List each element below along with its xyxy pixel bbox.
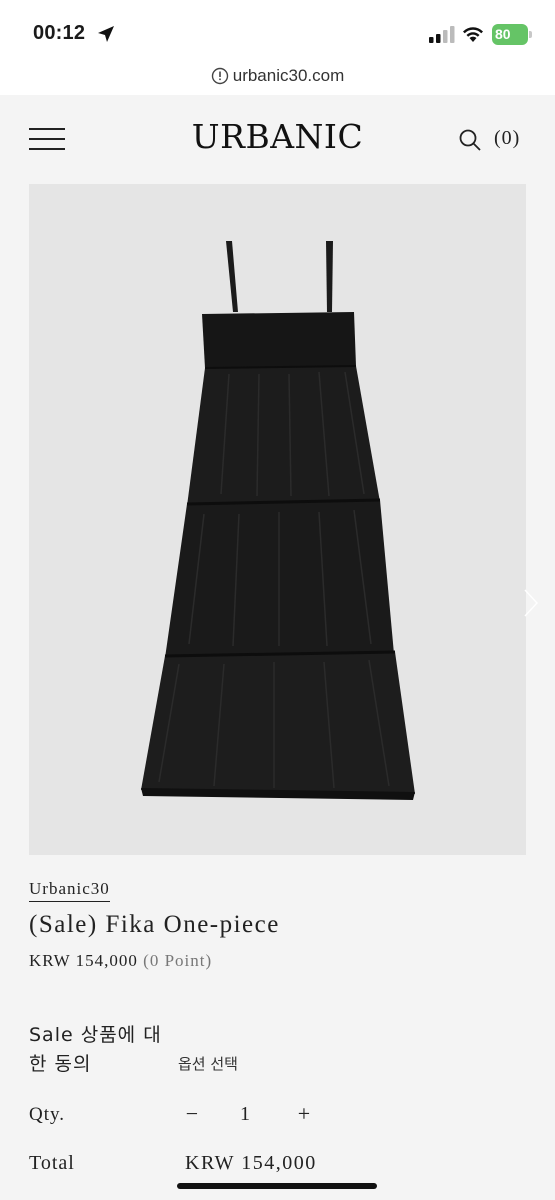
url-text[interactable]: urbanic30.com bbox=[233, 66, 345, 86]
option-select[interactable]: 옵션 선택 bbox=[178, 1053, 238, 1074]
url-bar[interactable]: urbanic30.com bbox=[0, 62, 555, 94]
status-bar: 00:12 80 bbox=[0, 0, 555, 62]
qty-value[interactable]: 1 bbox=[240, 1103, 250, 1126]
battery-nub bbox=[529, 31, 532, 38]
site-header: URBANIC (0) bbox=[0, 95, 555, 183]
product-points: (0 Point) bbox=[143, 951, 213, 970]
qty-increase-button[interactable]: + bbox=[295, 1101, 313, 1127]
product-title: (Sale) Fika One-piece bbox=[29, 911, 280, 938]
brand-link[interactable]: Urbanic30 bbox=[29, 879, 110, 902]
cart-count[interactable]: (0) bbox=[494, 127, 520, 150]
search-icon[interactable] bbox=[458, 128, 482, 152]
total-value: KRW 154,000 bbox=[185, 1152, 317, 1174]
product-image[interactable] bbox=[29, 184, 539, 855]
chevron-right-icon[interactable] bbox=[523, 588, 539, 618]
info-icon[interactable] bbox=[211, 67, 229, 85]
qty-decrease-button[interactable]: − bbox=[183, 1101, 201, 1127]
signal-icon bbox=[429, 26, 455, 43]
wifi-icon bbox=[463, 27, 483, 42]
battery-icon: 80 bbox=[492, 24, 528, 45]
home-indicator[interactable] bbox=[177, 1183, 377, 1189]
site-content: URBANIC (0) Urbanic30 (Sale) Fika One-pi… bbox=[0, 95, 555, 1200]
battery-level: 80 bbox=[495, 26, 511, 42]
product-price: KRW 154,000 bbox=[29, 951, 138, 970]
status-time: 00:12 bbox=[33, 22, 86, 44]
qty-label: Qty. bbox=[29, 1104, 66, 1125]
location-arrow-icon bbox=[98, 26, 114, 42]
sale-agreement-label: Sale 상품에 대한 동의 bbox=[29, 1024, 162, 1075]
total-label: Total bbox=[29, 1152, 75, 1174]
dress-illustration bbox=[141, 241, 415, 800]
price-line: KRW 154,000 (0 Point) bbox=[29, 951, 212, 971]
